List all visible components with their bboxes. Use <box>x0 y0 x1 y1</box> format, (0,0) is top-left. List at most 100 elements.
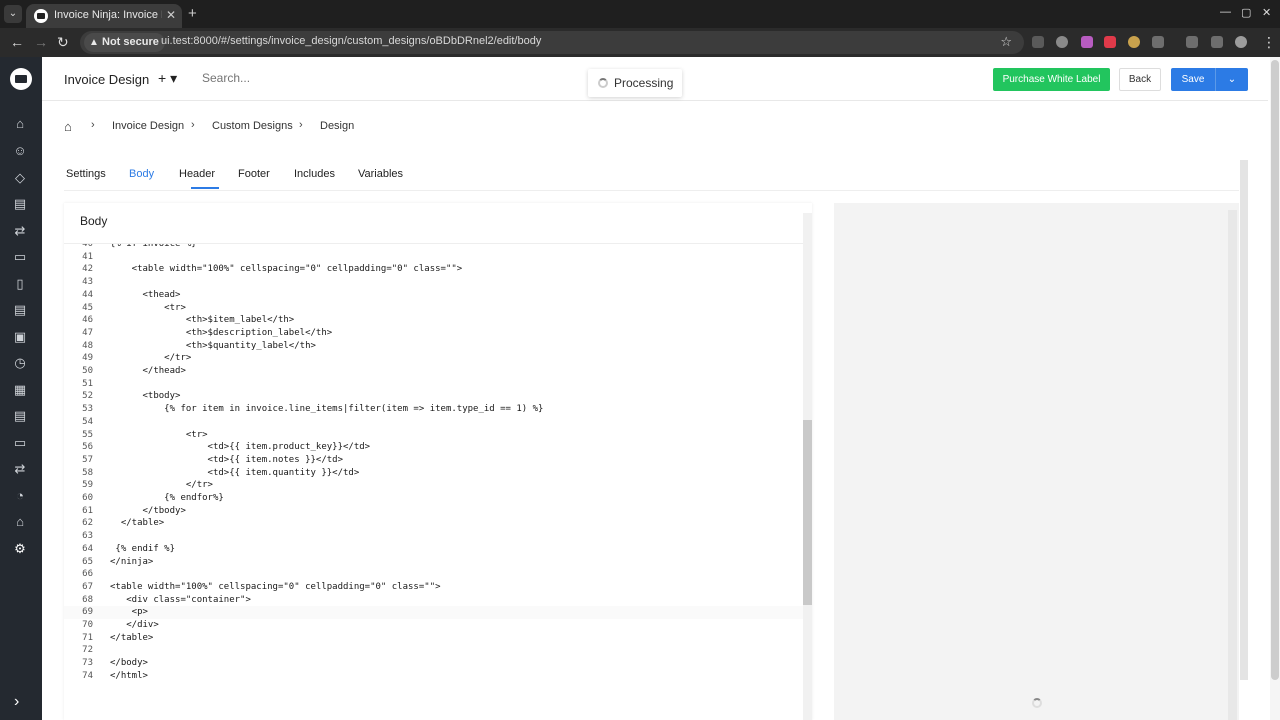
tab-variables[interactable]: Variables <box>358 168 403 180</box>
extensions-puzzle-icon[interactable] <box>1152 36 1164 48</box>
payments-card-icon[interactable]: ▭ <box>11 248 29 266</box>
browser-menu-icon[interactable]: ⋮ <box>1262 34 1276 51</box>
code-line[interactable]: 69 <p> <box>64 606 804 619</box>
code-line[interactable]: 53 {% for item in invoice.line_items|fil… <box>64 403 804 416</box>
code-line[interactable]: 63 <box>64 530 804 543</box>
code-line[interactable]: 72 <box>64 644 804 657</box>
code-line[interactable]: 42 <table width="100%" cellspacing="0" c… <box>64 263 804 276</box>
content-scrollbar[interactable] <box>1240 160 1248 680</box>
settings-gear-icon[interactable]: ⚙ <box>11 540 29 558</box>
code-editor[interactable]: 40 {% if invoice %} 41 42 <table width="100… <box>64 243 812 720</box>
code-line[interactable]: 56 <td>{{ item.product_key}}</td> <box>64 441 804 454</box>
maximize-icon[interactable]: ▢ <box>1241 6 1251 19</box>
profile-avatar-icon[interactable] <box>1235 36 1247 48</box>
code-line[interactable]: 51 <box>64 378 804 391</box>
tab-footer[interactable]: Footer <box>238 168 270 180</box>
close-window-icon[interactable]: ✕ <box>1262 6 1271 19</box>
forward-arrow-icon[interactable]: → <box>34 34 48 50</box>
breadcrumb-design[interactable]: Design <box>320 120 354 132</box>
code-line[interactable]: 40 {% if invoice %} <box>64 244 804 251</box>
transactions-bank-icon[interactable]: ⌂ <box>11 513 29 531</box>
tasks-clock-icon[interactable]: ◷ <box>11 354 29 372</box>
close-tab-icon[interactable]: ✕ <box>166 8 176 22</box>
quotes-file-icon[interactable]: ▯ <box>11 275 29 293</box>
code-line[interactable]: 48 <th>$quantity_label</th> <box>64 340 804 353</box>
code-line[interactable]: 44 <thead> <box>64 289 804 302</box>
not-secure-label: Not secure <box>102 36 159 48</box>
code-line[interactable]: 55 <tr> <box>64 429 804 442</box>
code-line[interactable]: 52 <tbody> <box>64 390 804 403</box>
new-tab-icon[interactable]: + <box>188 5 197 22</box>
code-line[interactable]: 50 </thead> <box>64 365 804 378</box>
code-line[interactable]: 58 <td>{{ item.quantity }}</td> <box>64 467 804 480</box>
code-line[interactable]: 47 <th>$description_label</th> <box>64 327 804 340</box>
code-line[interactable]: 74 </html> <box>64 670 804 683</box>
invoice-ninja-logo-icon[interactable] <box>10 68 32 90</box>
home-icon[interactable]: ⌂ <box>64 119 72 134</box>
address-bar[interactable]: ▲ Not secure ui.test:8000/#/settings/inv… <box>80 31 1024 54</box>
extension-icon[interactable] <box>1104 36 1116 48</box>
clients-users-icon[interactable]: ☺ <box>11 142 29 160</box>
not-secure-chip[interactable]: ▲ Not secure <box>84 33 165 52</box>
back-arrow-icon[interactable]: ← <box>10 34 24 50</box>
invoices-file-icon[interactable]: ▤ <box>11 195 29 213</box>
save-dropdown-chevron-icon[interactable]: ⌄ <box>1215 68 1248 91</box>
save-button[interactable]: Save <box>1171 68 1215 91</box>
reports-chart-icon[interactable]: ◔ <box>11 487 29 505</box>
code-line[interactable]: 46 <th>$item_label</th> <box>64 314 804 327</box>
code-line[interactable]: 57 <td>{{ item.notes }}</td> <box>64 454 804 467</box>
projects-briefcase-icon[interactable]: ▣ <box>11 328 29 346</box>
recurring-invoices-icon[interactable]: ⇄ <box>11 222 29 240</box>
back-button[interactable]: Back <box>1119 68 1161 91</box>
browser-tab[interactable]: Invoice Ninja: Invoice De ✕ <box>26 4 182 28</box>
recurring-expenses-icon[interactable]: ⇄ <box>11 460 29 478</box>
code-line[interactable]: 65 </ninja> <box>64 556 804 569</box>
tab-header[interactable]: Header <box>179 168 215 180</box>
breadcrumb-custom-designs[interactable]: Custom Designs <box>212 120 293 132</box>
extension-icon[interactable] <box>1032 36 1044 48</box>
code-line[interactable]: 70 </div> <box>64 619 804 632</box>
media-control-icon[interactable] <box>1186 36 1198 48</box>
extension-icon[interactable] <box>1081 36 1093 48</box>
code-line[interactable]: 59 </tr> <box>64 479 804 492</box>
tab-includes[interactable]: Includes <box>294 168 335 180</box>
editor-scroll-thumb[interactable] <box>803 420 812 605</box>
code-line[interactable]: 41 <box>64 251 804 264</box>
side-panel-icon[interactable] <box>1211 36 1223 48</box>
products-cube-icon[interactable]: ◇ <box>11 169 29 187</box>
search-input[interactable] <box>202 71 482 85</box>
line-number: 53 <box>82 404 93 415</box>
reload-icon[interactable]: ↻ <box>57 34 69 51</box>
code-line[interactable]: 66 <box>64 568 804 581</box>
code-line[interactable]: 54 <box>64 416 804 429</box>
code-line[interactable]: 61 </tbody> <box>64 505 804 518</box>
purchase-white-label-button[interactable]: Purchase White Label <box>993 68 1110 91</box>
minimize-icon[interactable]: — <box>1220 6 1231 18</box>
code-line[interactable]: 67 <table width="100%" cellspacing="0" ce… <box>64 581 804 594</box>
code-line[interactable]: 62 </table> <box>64 517 804 530</box>
purchase-orders-icon[interactable]: ▤ <box>11 407 29 425</box>
code-line[interactable]: 43 <box>64 276 804 289</box>
code-line[interactable]: 49 </tr> <box>64 352 804 365</box>
tab-body[interactable]: Body <box>129 168 154 180</box>
vendors-icon[interactable]: ▦ <box>11 381 29 399</box>
code-line[interactable]: 64 {% endif %} <box>64 543 804 556</box>
collapse-sidebar-chevron-icon[interactable]: › <box>14 693 19 711</box>
expenses-icon[interactable]: ▭ <box>11 434 29 452</box>
code-line[interactable]: 68 <div class="container"> <box>64 594 804 607</box>
extension-icon[interactable] <box>1128 36 1140 48</box>
create-new-button[interactable]: + ▾ <box>158 70 177 87</box>
code-line[interactable]: 71 </table> <box>64 632 804 645</box>
tab-settings[interactable]: Settings <box>66 168 106 180</box>
code-line[interactable]: 73 </body> <box>64 657 804 670</box>
extension-icon[interactable] <box>1056 36 1068 48</box>
code-line[interactable]: 60 {% endfor%} <box>64 492 804 505</box>
preview-scrollbar[interactable] <box>1228 210 1237 720</box>
credits-file-icon[interactable]: ▤ <box>11 301 29 319</box>
code-line[interactable]: 45 <tr> <box>64 302 804 315</box>
breadcrumb-invoice-design[interactable]: Invoice Design <box>112 120 184 132</box>
tab-search-icon[interactable]: ⌄ <box>4 5 22 23</box>
page-scroll-thumb[interactable] <box>1271 60 1279 680</box>
dashboard-home-icon[interactable]: ⌂ <box>11 115 29 133</box>
bookmark-star-icon[interactable]: ☆ <box>1000 34 1012 50</box>
